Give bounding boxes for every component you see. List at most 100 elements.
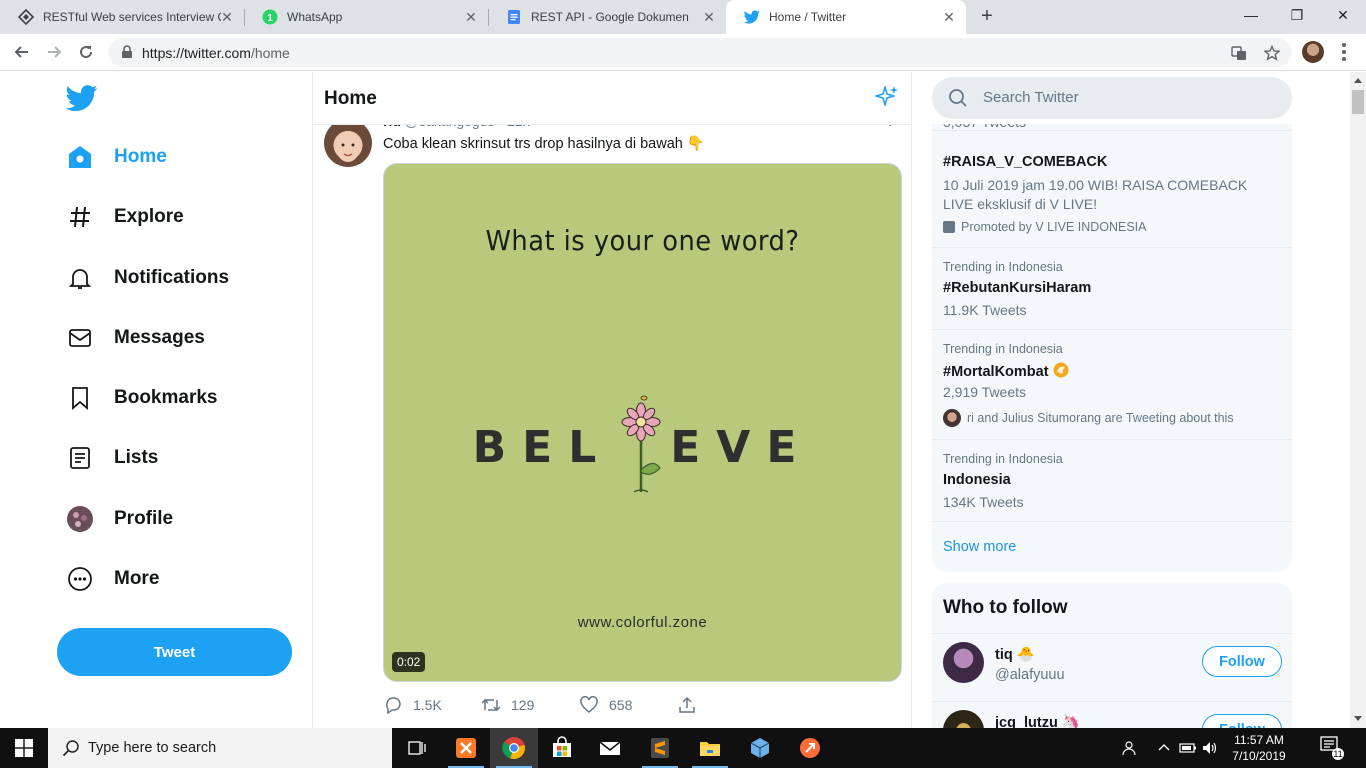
trend-name-text: #MortalKombat	[943, 364, 1049, 380]
tab-whatsapp[interactable]: 1 WhatsApp ✕	[244, 0, 488, 34]
tab-title: Home / Twitter	[769, 10, 847, 24]
volume-icon[interactable]	[1200, 738, 1220, 758]
arrow-right-icon	[48, 46, 62, 58]
start-button[interactable]	[0, 728, 48, 768]
trend-context: Trending in Indonesia	[943, 342, 1063, 356]
chrome-menu-icon[interactable]	[1336, 41, 1352, 63]
follow-button[interactable]: Follow	[1202, 646, 1282, 677]
tweet-button[interactable]: Tweet	[57, 628, 292, 676]
share-button[interactable]	[677, 695, 707, 715]
scroll-down-icon[interactable]	[1354, 716, 1362, 721]
taskbar-postman[interactable]	[786, 728, 834, 768]
envelope-icon	[66, 324, 94, 352]
notification-badge: 11	[1332, 748, 1344, 760]
new-tab-button[interactable]: +	[976, 5, 998, 27]
tab-title: WhatsApp	[287, 10, 343, 24]
twitter-logo-icon[interactable]	[66, 84, 98, 112]
media-question-text: What is your one word?	[485, 224, 800, 257]
retweet-button[interactable]: 129	[481, 695, 534, 715]
taskbar-search-input[interactable]: Type here to search	[48, 728, 392, 768]
close-tab-icon[interactable]: ✕	[220, 10, 234, 24]
promoted-text: Promoted by V LIVE INDONESIA	[961, 220, 1147, 234]
minimize-button[interactable]: —	[1228, 0, 1274, 30]
show-more-link[interactable]: Show more	[943, 539, 1016, 555]
promoted-label: Promoted by V LIVE INDONESIA	[943, 220, 1147, 234]
close-tab-icon[interactable]: ✕	[464, 10, 478, 24]
chevron-up-icon[interactable]	[1154, 738, 1174, 758]
like-button[interactable]: 658	[579, 695, 632, 715]
address-bar[interactable]: https://twitter.com/home	[108, 38, 1292, 67]
battery-icon[interactable]	[1178, 738, 1198, 758]
tweet[interactable]: rid @sakangegus · 22h ⌄ Coba klean skrin…	[313, 113, 911, 728]
taskbar-file-explorer[interactable]	[686, 728, 734, 768]
task-view-button[interactable]	[394, 728, 442, 768]
chrome-profile-avatar[interactable]	[1302, 41, 1324, 63]
search-icon	[949, 89, 967, 107]
page-scrollbar[interactable]	[1350, 72, 1366, 728]
trend-name: #RebutanKursiHaram	[943, 280, 1092, 296]
suggested-user[interactable]: tiq 🐣 @alafyuuu Follow	[932, 633, 1292, 699]
nav-item-bookmarks[interactable]: Bookmarks	[66, 380, 218, 416]
author-avatar[interactable]	[324, 119, 372, 167]
flower-icon	[618, 392, 664, 502]
browser-tab-strip: RESTful Web services Interview Q ✕ 1 Wha…	[0, 0, 1366, 34]
avatar[interactable]	[943, 642, 984, 683]
forward-button[interactable]	[42, 40, 66, 64]
task-view-icon	[408, 741, 426, 755]
trend-count: 11.9K Tweets	[943, 302, 1027, 318]
trend-item[interactable]: Trending in Indonesia #RebutanKursiHaram…	[932, 248, 1292, 330]
taskbar-chrome[interactable]	[490, 728, 538, 768]
nav-item-home[interactable]: Home	[66, 139, 167, 175]
tab-google-docs[interactable]: REST API - Google Dokumen ✕	[488, 0, 726, 34]
user-handle: @alafyuuu	[995, 667, 1065, 683]
close-window-button[interactable]: ✕	[1320, 0, 1366, 30]
trend-name: #MortalKombat	[943, 362, 1069, 380]
whatsapp-icon: 1	[262, 9, 278, 25]
clock-time: 11:57 AM	[1234, 733, 1284, 747]
video-duration: 0:02	[392, 652, 426, 672]
people-icon[interactable]	[1120, 738, 1140, 758]
taskbar-store[interactable]	[538, 728, 586, 768]
close-tab-icon[interactable]: ✕	[702, 10, 716, 24]
virtualbox-icon	[750, 738, 770, 758]
scrollbar-thumb[interactable]	[1352, 90, 1364, 114]
trend-item[interactable]: Trending in Indonesia #MortalKombat 2,91…	[932, 330, 1292, 440]
taskbar-mail[interactable]	[586, 728, 634, 768]
system-clock[interactable]: 11:57 AM 7/10/2019	[1222, 732, 1296, 764]
scroll-up-icon[interactable]	[1354, 78, 1362, 83]
nav-item-lists[interactable]: Lists	[66, 440, 158, 476]
tab-restful[interactable]: RESTful Web services Interview Q ✕	[0, 0, 244, 34]
nav-item-notifications[interactable]: Notifications	[66, 260, 229, 296]
mortal-kombat-emoji-icon	[1053, 362, 1069, 378]
nav-item-messages[interactable]: Messages	[66, 320, 205, 356]
tweet-video[interactable]: What is your one word? BEL EVE www.color…	[383, 163, 902, 682]
trend-item-promoted[interactable]: #RAISA_V_COMEBACK 10 Juli 2019 jam 19.00…	[932, 131, 1292, 248]
translate-icon[interactable]	[1230, 44, 1248, 62]
maximize-button[interactable]: ❐	[1274, 0, 1320, 30]
trend-social-text: ri and Julius Situmorang are Tweeting ab…	[967, 411, 1234, 425]
nav-item-explore[interactable]: Explore	[66, 199, 184, 235]
taskbar-sublime[interactable]	[636, 728, 684, 768]
nav-item-label: Messages	[114, 327, 205, 348]
folder-icon	[700, 742, 720, 756]
url-text[interactable]: https://twitter.com/home	[142, 45, 290, 61]
follow-button[interactable]: Follow	[1202, 714, 1282, 728]
taskbar-virtualbox[interactable]	[736, 728, 784, 768]
suggested-user[interactable]: jcg_lutzu 🦄 Follow	[932, 701, 1292, 728]
close-tab-icon[interactable]: ✕	[942, 10, 956, 24]
nav-item-more[interactable]: More	[66, 561, 159, 597]
taskbar-xampp[interactable]	[442, 728, 490, 768]
trend-item[interactable]: Trending in Indonesia Indonesia 134K Twe…	[932, 440, 1292, 522]
avatar[interactable]	[943, 710, 984, 728]
back-button[interactable]	[10, 40, 34, 64]
reload-button[interactable]	[74, 40, 98, 64]
reply-button[interactable]: 1.5K	[383, 695, 442, 715]
sparkle-icon[interactable]	[875, 85, 899, 109]
tab-twitter[interactable]: Home / Twitter ✕	[726, 0, 966, 34]
trend-count: 134K Tweets	[943, 494, 1024, 510]
star-icon[interactable]	[1263, 44, 1281, 62]
action-center-button[interactable]: 11	[1320, 736, 1344, 760]
nav-item-profile[interactable]: Profile	[66, 501, 173, 537]
search-input[interactable]: Search Twitter	[932, 77, 1292, 119]
lock-icon	[122, 45, 132, 58]
